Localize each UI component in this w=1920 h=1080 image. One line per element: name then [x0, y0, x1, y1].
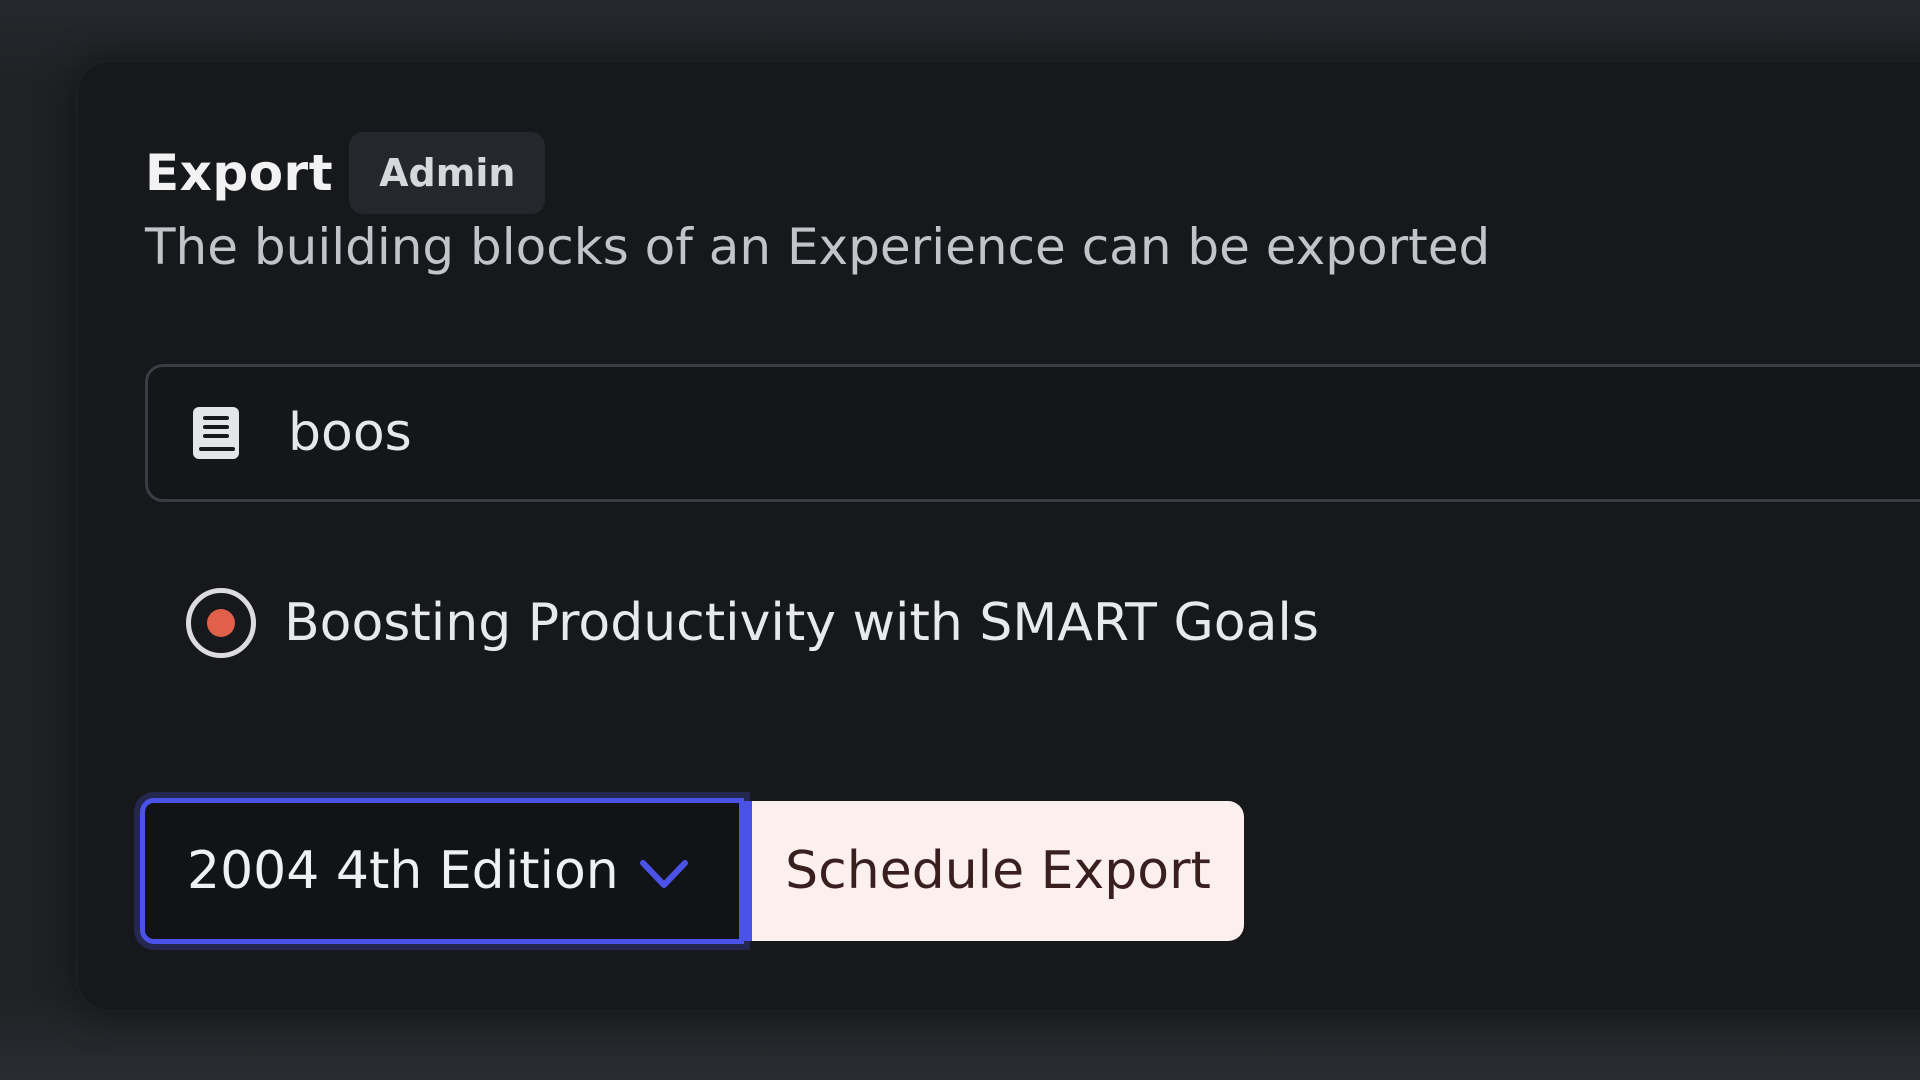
card-title: Export [145, 144, 334, 202]
result-option[interactable]: Boosting Productivity with SMART Goals [186, 588, 1319, 658]
export-actions: 2004 4th Edition Schedule Export [140, 798, 1244, 944]
result-label: Boosting Productivity with SMART Goals [284, 593, 1319, 653]
schedule-export-button[interactable]: Schedule Export [744, 801, 1244, 941]
search-input[interactable] [288, 403, 1788, 463]
radio-dot [207, 609, 235, 637]
book-icon [190, 404, 242, 462]
card-header: Export Admin [145, 132, 546, 214]
edition-select-value: 2004 4th Edition [187, 841, 619, 901]
search-field[interactable] [145, 364, 1920, 502]
card-description: The building blocks of an Experience can… [145, 218, 1491, 276]
radio-selected[interactable] [186, 588, 256, 658]
admin-badge: Admin [349, 132, 546, 214]
edition-select[interactable]: 2004 4th Edition [140, 798, 744, 944]
chevron-down-icon [639, 857, 689, 895]
page: Export Admin The building blocks of an E… [0, 0, 1920, 1080]
